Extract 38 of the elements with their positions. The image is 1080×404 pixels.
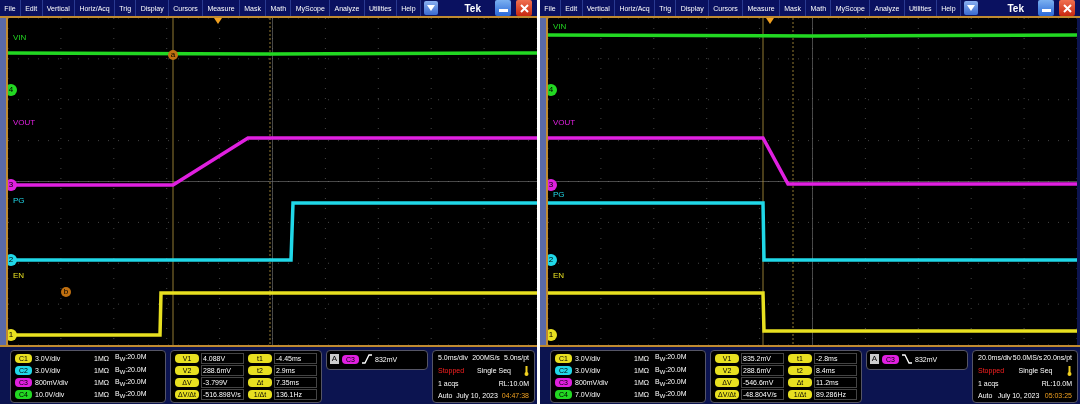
close-button[interactable] xyxy=(1059,0,1075,16)
minimize-icon xyxy=(1041,9,1051,12)
close-icon xyxy=(519,3,529,13)
trace-label: EN xyxy=(13,271,25,280)
channel-marker[interactable]: 2 xyxy=(8,254,17,266)
rising-edge-icon xyxy=(362,354,372,364)
minimize-button[interactable] xyxy=(1038,0,1054,16)
trace-label: VOUT xyxy=(553,118,576,127)
cursor-marker: b xyxy=(61,287,71,297)
channel-marker[interactable]: 1 xyxy=(548,329,557,341)
trace-label: PG xyxy=(13,196,25,205)
trace-label: VIN xyxy=(553,22,567,31)
trace-label: EN xyxy=(553,271,565,280)
thermometer-icon xyxy=(524,365,529,376)
trigger-badge: A xyxy=(330,354,339,364)
dropdown-button[interactable] xyxy=(963,1,978,15)
trace-label: VIN xyxy=(13,33,27,42)
channel-marker[interactable]: 1 xyxy=(8,329,17,341)
trigger-badge: A xyxy=(870,354,879,364)
trace-label: VOUT xyxy=(13,118,36,127)
trace-label: PG xyxy=(553,190,565,199)
falling-edge-icon xyxy=(902,354,912,364)
channel-marker[interactable]: 4 xyxy=(8,84,17,96)
cursor-marker: a xyxy=(168,50,178,60)
thermometer-icon xyxy=(1067,365,1072,376)
caret-icon xyxy=(966,5,975,11)
minimize-icon xyxy=(498,9,508,12)
brand-logo: Tek xyxy=(1007,2,1024,14)
brand-logo: Tek xyxy=(464,2,481,14)
dropdown-button[interactable] xyxy=(423,1,438,15)
channel-marker[interactable]: 3 xyxy=(8,179,17,191)
channel-marker[interactable]: 2 xyxy=(548,254,557,266)
channel-marker[interactable]: 4 xyxy=(548,84,557,96)
caret-icon xyxy=(426,5,435,11)
minimize-button[interactable] xyxy=(495,0,511,16)
close-button[interactable] xyxy=(516,0,532,16)
close-icon xyxy=(1062,3,1072,13)
channel-marker[interactable]: 3 xyxy=(548,179,557,191)
